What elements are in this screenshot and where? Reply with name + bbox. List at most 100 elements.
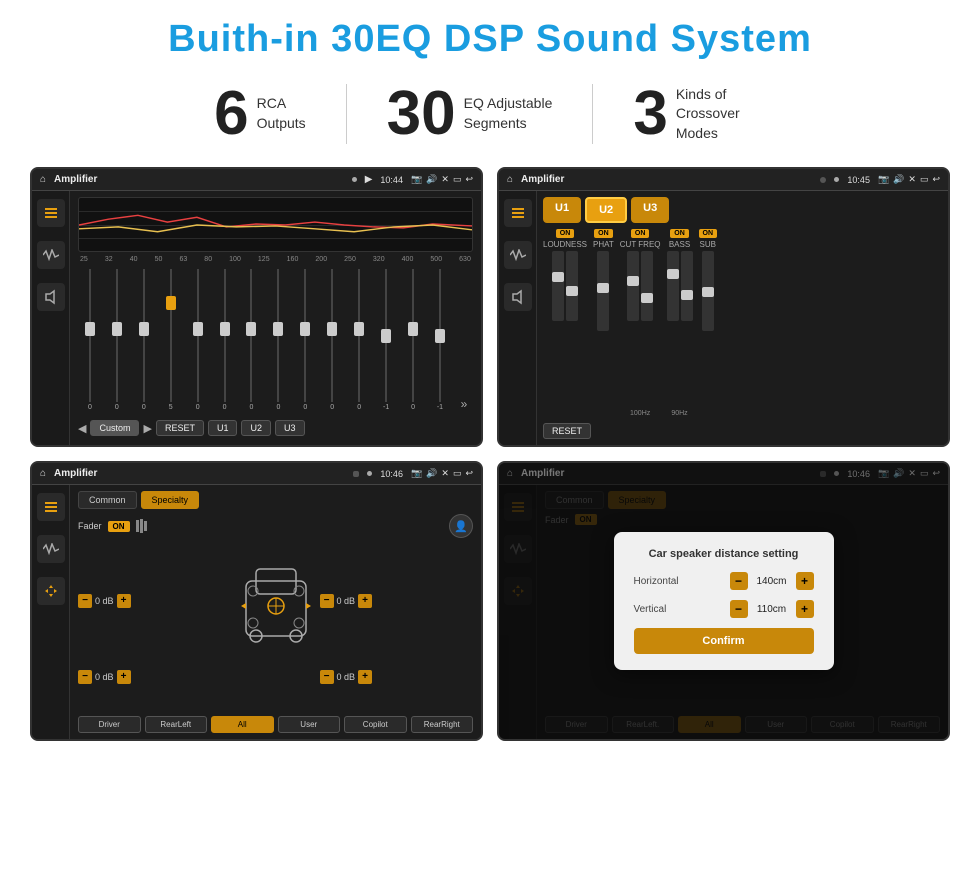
eq-slider-8[interactable]: 0 — [266, 269, 290, 411]
s5-val: 0 — [196, 404, 200, 411]
eq-sidebar-wave[interactable] — [37, 241, 65, 269]
u3-select-btn[interactable]: U3 — [631, 197, 669, 223]
ch-sidebar-wave[interactable] — [504, 241, 532, 269]
eq-slider-9[interactable]: 0 — [293, 269, 317, 411]
stat-eq-number: 30 — [387, 83, 456, 145]
db-plus-bl[interactable]: + — [117, 670, 131, 684]
ch-sidebar-speaker[interactable] — [504, 283, 532, 311]
phat-label: PHAT — [593, 240, 614, 249]
fader-on-badge: ON — [108, 521, 130, 532]
stat-eq-desc1: EQ Adjustable — [464, 94, 553, 114]
channel-reset-row: RESET — [543, 421, 942, 439]
volume-icon-2: 🔊 — [893, 174, 904, 185]
db-minus-tr[interactable]: − — [320, 594, 334, 608]
fader-sidebar-filter[interactable] — [37, 493, 65, 521]
s14-val: -1 — [437, 404, 443, 411]
eq-slider-5[interactable]: 0 — [186, 269, 210, 411]
db-minus-br[interactable]: − — [320, 670, 334, 684]
eq-slider-11[interactable]: 0 — [347, 269, 371, 411]
u2-btn[interactable]: U2 — [241, 420, 271, 436]
user-btn[interactable]: User — [278, 716, 341, 733]
eq-slider-6[interactable]: 0 — [213, 269, 237, 411]
eq-slider-12[interactable]: -1 — [374, 269, 398, 411]
s11-val: 0 — [357, 404, 361, 411]
bass-slider-f[interactable] — [667, 251, 679, 321]
back-icon: ↩ — [465, 174, 473, 185]
eq-sidebar-filter[interactable] — [37, 199, 65, 227]
eq-slider-14[interactable]: -1 — [428, 269, 452, 411]
rearleft-btn[interactable]: RearLeft — [145, 716, 208, 733]
eq-slider-10[interactable]: 0 — [320, 269, 344, 411]
eq-slider-7[interactable]: 0 — [240, 269, 264, 411]
s6-val: 0 — [223, 404, 227, 411]
custom-btn[interactable]: Custom — [90, 420, 139, 436]
channel-time: 10:45 — [847, 175, 870, 185]
loudness-slider-r[interactable] — [566, 251, 578, 321]
eq-slider-13[interactable]: 0 — [401, 269, 425, 411]
bass-sliders — [667, 251, 693, 408]
eq-slider-1[interactable]: 0 — [78, 269, 102, 411]
play-icon: ▶ — [365, 174, 373, 185]
fader-sidebar-wave[interactable] — [37, 535, 65, 563]
car-diagram — [236, 551, 316, 651]
bass-on: ON — [670, 229, 689, 238]
db-top-right: − 0 dB + — [320, 594, 474, 608]
horizontal-value: 140cm — [752, 576, 792, 587]
specialty-tab[interactable]: Specialty — [141, 491, 200, 509]
eq-slider-4[interactable]: 5 — [159, 269, 183, 411]
db-plus-br[interactable]: + — [358, 670, 372, 684]
freq-320: 320 — [373, 256, 385, 263]
next-btn[interactable]: ▶ — [143, 422, 151, 435]
distance-dialog: Car speaker distance setting Horizontal … — [614, 532, 834, 670]
ch-sidebar-filter[interactable] — [504, 199, 532, 227]
rearright-btn[interactable]: RearRight — [411, 716, 474, 733]
u1-select-btn[interactable]: U1 — [543, 197, 581, 223]
all-btn[interactable]: All — [211, 716, 274, 733]
s9-val: 0 — [303, 404, 307, 411]
bar1 — [136, 520, 139, 532]
db-minus-bl[interactable]: − — [78, 670, 92, 684]
eq-sliders: 0 0 0 5 0 0 0 0 0 0 0 -1 0 -1 » — [78, 267, 473, 413]
fader-topbar-icons: 📷 🔊 ✕ ▭ ↩ — [411, 468, 473, 479]
horizontal-plus[interactable]: + — [796, 572, 814, 590]
eq-slider-2[interactable]: 0 — [105, 269, 129, 411]
eq-bottom-bar: ◀ Custom ▶ RESET U1 U2 U3 — [78, 417, 473, 439]
channel-reset-btn[interactable]: RESET — [543, 423, 591, 439]
u1-btn[interactable]: U1 — [208, 420, 238, 436]
cutfreq-slider-g[interactable] — [641, 251, 653, 321]
db-plus-tr[interactable]: + — [358, 594, 372, 608]
channel-sliders-area: ON LOUDNESS ON PHAT — [543, 229, 942, 417]
eq-sidebar-speaker[interactable] — [37, 283, 65, 311]
phat-slider[interactable] — [597, 251, 609, 331]
loudness-slider-l[interactable] — [552, 251, 564, 321]
vertical-minus[interactable]: − — [730, 600, 748, 618]
profile-icon[interactable]: 👤 — [449, 514, 473, 538]
db-plus-tl[interactable]: + — [117, 594, 131, 608]
camera-icon-2: 📷 — [878, 174, 889, 185]
freq-630: 630 — [459, 256, 471, 263]
loudness-label: LOUDNESS — [543, 240, 587, 249]
horizontal-minus[interactable]: − — [730, 572, 748, 590]
fader-sidebar-arrows[interactable] — [37, 577, 65, 605]
u3-btn[interactable]: U3 — [275, 420, 305, 436]
eq-screen: ⌂ Amplifier ▶ 10:44 📷 🔊 ✕ ▭ ↩ — [30, 167, 483, 447]
reset-btn[interactable]: RESET — [156, 420, 204, 436]
bar3 — [144, 521, 147, 531]
common-tab[interactable]: Common — [78, 491, 137, 509]
dialog-screen: ⌂ Amplifier 10:46 📷 🔊 ✕ ▭ ↩ — [497, 461, 950, 741]
freq-80: 80 — [204, 256, 212, 263]
cutfreq-slider-f[interactable] — [627, 251, 639, 321]
driver-btn[interactable]: Driver — [78, 716, 141, 733]
prev-btn[interactable]: ◀ — [78, 422, 86, 435]
copilot-btn[interactable]: Copilot — [344, 716, 407, 733]
sub-slider[interactable] — [702, 251, 714, 331]
cutfreq-sliders — [627, 251, 653, 408]
confirm-button[interactable]: Confirm — [634, 628, 814, 654]
eq-slider-3[interactable]: 0 — [132, 269, 156, 411]
bass-slider-g[interactable] — [681, 251, 693, 321]
u2-select-btn[interactable]: U2 — [585, 197, 627, 223]
freq-25: 25 — [80, 256, 88, 263]
db-minus-tl[interactable]: − — [78, 594, 92, 608]
dialog-overlay: Car speaker distance setting Horizontal … — [499, 463, 948, 739]
vertical-plus[interactable]: + — [796, 600, 814, 618]
